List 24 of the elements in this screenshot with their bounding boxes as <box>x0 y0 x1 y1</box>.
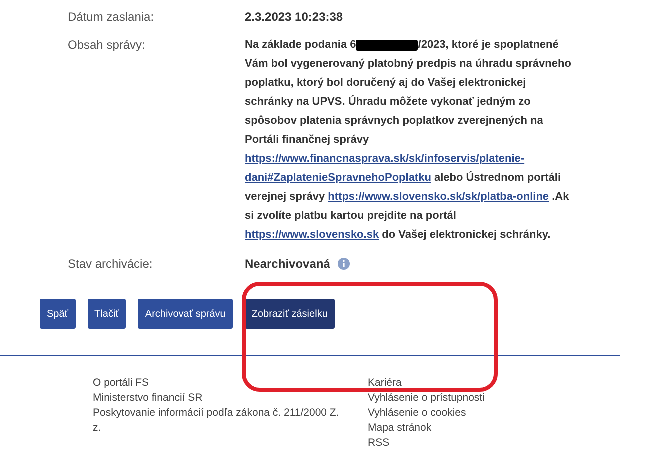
field-label: Obsah správy: <box>67 37 146 54</box>
footer-link[interactable]: Mapa stránok <box>368 421 432 436</box>
link[interactable]: dani#ZaplatenieSpravnehoPoplatku <box>245 172 432 184</box>
message-text: Na základe podania 6 /2023, ktoré je spoplatnené Vám bol vygenerovaný platobný predpis na úhradu správneho poplatku, ktorý bol doručený aj do Vašej elektronickej schránky na UPVS. Úhradu môžete vykonať jedným zo spôsobov platenia správnych poplatkov zverejnených na Portáli finančnej správy https://www.financnasprava.sk/sk/infoservis/platenie- dani#ZaplatenieSpravnehoPoplatku alebo Ústrednom portáli verejnej správy https://www.slovensko.sk/sk/platba-online .Ak si zvolíte platbu kartou prejdite na portál https://www.slovensko.sk do Vašej elektronickej schránky. <box>245 38 572 243</box>
field-label: Stav archivácie: <box>67 256 154 273</box>
field-label: Dátum zaslania: <box>67 9 156 26</box>
footer-link[interactable]: Poskytovanie informácií podľa zákona č. 211/2000 Z. z. <box>93 406 348 436</box>
action-button[interactable]: Zobraziť zásielku <box>244 299 335 329</box>
link[interactable]: https://www.slovensko.sk/sk/platba-online <box>328 191 550 203</box>
footer-link[interactable]: O portáli FS <box>93 376 150 391</box>
footer-link[interactable]: Kariéra <box>368 376 402 391</box>
action-button[interactable]: Archivovať správu <box>138 299 233 329</box>
footer-link[interactable]: Vyhlásenie o cookies <box>368 406 466 421</box>
link[interactable]: https://www.slovensko.sk <box>245 229 380 241</box>
redaction-bar <box>356 40 418 51</box>
footer-link[interactable]: RSS <box>368 436 390 451</box>
footer-link[interactable]: Ministerstvo financií SR <box>93 391 203 406</box>
field-value: Nearchivovaná <box>245 256 330 273</box>
info-icon[interactable] <box>338 258 350 270</box>
action-button[interactable]: Späť <box>40 299 76 329</box>
action-button[interactable]: Tlačiť <box>88 299 126 329</box>
field-value: 2.3.2023 10:23:38 <box>245 9 344 26</box>
link[interactable]: https://www.financnasprava.sk/sk/infoservis/platenie- <box>245 153 525 165</box>
footer-link[interactable]: Vyhlásenie o prístupnosti <box>368 391 485 406</box>
